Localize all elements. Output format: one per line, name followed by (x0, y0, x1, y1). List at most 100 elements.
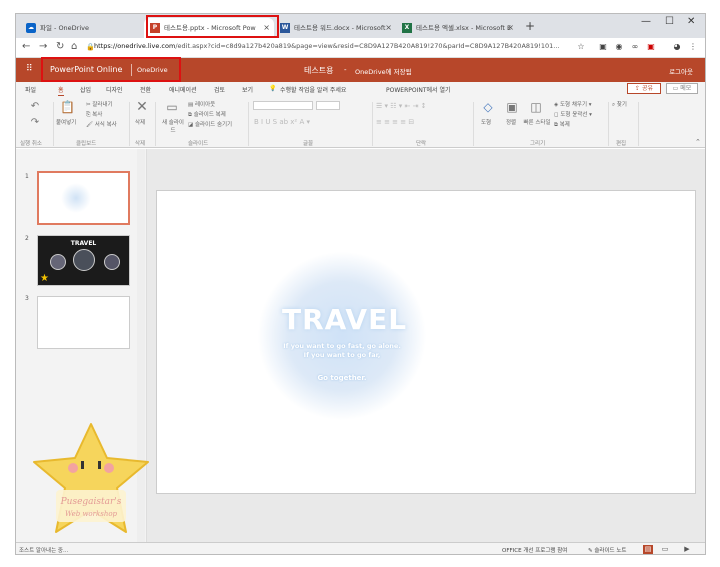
shape-fill-label: 도형 채우기 (559, 102, 588, 108)
slide-quote-line[interactable]: If you want to go fast, go alone. (257, 342, 427, 350)
close-window-icon[interactable]: ✕ (687, 16, 695, 27)
slide-quote-ending[interactable]: Go together. (257, 374, 427, 382)
extension-icon[interactable]: ◉ (614, 42, 624, 52)
shapes-button[interactable]: 도형 (481, 118, 491, 126)
share-button[interactable]: ⇪ 공유 (627, 83, 661, 94)
tab-label: 파일 - OneDrive (40, 24, 90, 32)
font-name-select[interactable] (253, 101, 313, 110)
copy-button[interactable]: ⎘ 복사 (86, 110, 102, 119)
home-icon[interactable]: ⌂ (71, 41, 77, 52)
new-slide-icon[interactable]: ▭ (165, 100, 179, 114)
tab-transitions[interactable]: 전환 (140, 85, 151, 94)
arrange-icon[interactable]: ▣ (505, 100, 519, 114)
duplicate-slide-button[interactable]: ⧉ 슬라이드 복제 (188, 110, 226, 119)
duplicate-slide-label: 슬라이드 복제 (193, 112, 226, 118)
url-input[interactable]: https://onedrive.live.com/edit.aspx?cid=… (94, 42, 574, 50)
reload-icon[interactable]: ↻ (56, 41, 64, 52)
bullets-icon[interactable]: ☰ ▾ ☷ ▾ ⇤ ⇥ ↕ (376, 102, 427, 110)
thumbnail-circle (73, 249, 95, 271)
slideshow-icon[interactable]: ▶ (682, 545, 692, 554)
divider (473, 102, 474, 146)
close-tab-icon[interactable]: × (385, 18, 392, 38)
find-button[interactable]: ⌕ 찾기 (612, 100, 627, 109)
shape-outline-button[interactable]: ◻ 도형 윤곽선 ▾ (554, 110, 592, 118)
tab-label: 테스트용 워드.docx - Microsoft (294, 24, 386, 32)
tab-label: 테스트용 엑셀.xlsx - Microsoft E (416, 24, 512, 32)
font-format-icons[interactable]: B I U S ab x² A ▾ (254, 118, 310, 126)
tab-review[interactable]: 검토 (214, 85, 225, 94)
font-size-select[interactable] (316, 101, 340, 110)
paste-icon[interactable]: 📋 (60, 100, 75, 114)
bookmark-star-icon[interactable]: ☆ (576, 42, 586, 52)
format-painter-label: 서식 복사 (94, 122, 117, 128)
reading-view-icon[interactable]: ▭ (660, 545, 670, 554)
browser-tab[interactable]: X 테스트용 엑셀.xlsx - Microsoft E × (396, 18, 518, 38)
paste-button[interactable]: 붙여넣기 (56, 118, 76, 126)
improvement-program-link[interactable]: OFFICE 개선 프로그램 참여 (502, 546, 567, 554)
redo-icon[interactable]: ↷ (28, 116, 42, 130)
star-cheek-left (68, 463, 78, 473)
watermark-line-2: Web workshop (65, 510, 118, 518)
new-tab-button[interactable]: + (525, 19, 535, 33)
document-title[interactable]: 테스트용 (304, 65, 333, 76)
arrange-button[interactable]: 정렬 (506, 118, 516, 126)
browser-tab[interactable]: ☁ 파일 - OneDrive (20, 18, 138, 38)
format-painter-button[interactable]: 🖌 서식 복사 (86, 120, 117, 128)
lightbulb-icon: 💡 (269, 85, 277, 92)
sign-out-link[interactable]: 로그아웃 (669, 66, 693, 76)
group-label: 글꼴 (303, 141, 314, 147)
maximize-icon[interactable]: ☐ (665, 16, 674, 27)
app-launcher-icon[interactable]: ⠿ (26, 65, 35, 74)
excel-icon: X (402, 23, 412, 33)
word-icon: W (280, 23, 290, 33)
more-menu-icon[interactable]: ⋮ (688, 42, 698, 52)
slide-thumbnail-3[interactable] (37, 296, 130, 349)
quick-styles-icon[interactable]: ◫ (529, 100, 543, 114)
ribbon: ↶ ↷ 실행 취소 📋 붙여넣기 ✂ 잘라내기 ⎘ 복사 🖌 서식 복사 클립보… (16, 96, 705, 148)
divider (608, 102, 609, 146)
forward-icon[interactable]: → (39, 41, 47, 52)
quick-styles-button[interactable]: 빠른 스타일 (523, 118, 551, 126)
align-icons[interactable]: ≡ ≡ ≡ ≡ ⊟ (376, 118, 414, 126)
slide-thumbnail-1[interactable] (37, 171, 130, 225)
layout-button[interactable]: ▤ 레이아웃 (188, 100, 215, 108)
tell-me-input[interactable]: 수행할 작업을 알려 주세요 (280, 85, 346, 94)
tab-design[interactable]: 디자인 (106, 85, 123, 94)
slide-thumbnail-2[interactable]: TRAVEL ★ (37, 235, 130, 286)
divider (638, 102, 639, 146)
slide-notes-button[interactable]: ✎ 슬라이드 노트 (588, 546, 626, 554)
browser-tab[interactable]: W 테스트용 워드.docx - Microsoft × (274, 18, 396, 38)
divider (53, 102, 54, 146)
star-eye-right (98, 461, 101, 469)
new-slide-button[interactable]: 새 슬라이드 (160, 118, 186, 134)
close-tab-icon[interactable]: × (507, 18, 514, 38)
back-icon[interactable]: ← (22, 41, 30, 52)
shape-fill-button[interactable]: ◈ 도형 채우기 ▾ (554, 100, 592, 108)
current-slide[interactable]: TRAVEL If you want to go fast, go alone.… (156, 190, 696, 494)
copy-label: 복사 (92, 112, 103, 118)
extension-icon[interactable]: ▣ (646, 42, 656, 52)
normal-view-icon[interactable]: ▤ (643, 545, 653, 554)
shapes-icon[interactable]: ◇ (481, 100, 495, 114)
tab-insert[interactable]: 삽입 (80, 85, 91, 94)
minimize-icon[interactable]: — (641, 16, 651, 27)
extension-icon[interactable]: ▣ (598, 42, 608, 52)
tab-animations[interactable]: 애니메이션 (169, 85, 197, 94)
duplicate-button[interactable]: ⧉ 복제 (554, 120, 570, 129)
account-icon[interactable]: ◕ (672, 42, 682, 52)
undo-icon[interactable]: ↶ (28, 100, 42, 114)
hide-slide-button[interactable]: ◪ 슬라이드 숨기기 (188, 120, 232, 128)
delete-button[interactable]: 삭제 (135, 118, 145, 126)
memo-button[interactable]: ▭ 메모 (666, 83, 698, 94)
delete-icon[interactable]: ✕ (135, 100, 149, 114)
tab-file[interactable]: 파일 (25, 85, 36, 94)
collapse-ribbon-icon[interactable]: ⌃ (695, 138, 701, 146)
tab-view[interactable]: 보기 (242, 85, 253, 94)
slide-quote-line[interactable]: If you want to go far, (257, 351, 427, 359)
extension-icon[interactable]: ∞ (630, 42, 640, 52)
memo-label: 메모 (680, 85, 692, 92)
cut-button[interactable]: ✂ 잘라내기 (86, 100, 113, 108)
open-in-powerpoint[interactable]: POWERPOINT에서 열기 (386, 85, 451, 94)
url-host: https://onedrive.live.com (94, 42, 176, 50)
slide-title[interactable]: TRAVEL (282, 303, 406, 336)
